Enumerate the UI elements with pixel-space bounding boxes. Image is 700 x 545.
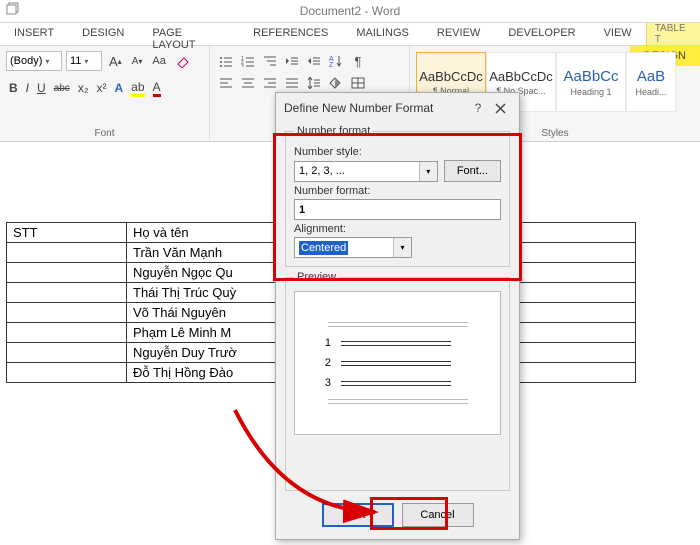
justify-button[interactable] [282,74,302,92]
dialog-titlebar[interactable]: Define New Number Format ? [276,93,519,123]
bold-button[interactable]: B [6,78,21,98]
tab-insert[interactable]: INSERT [0,23,68,45]
change-case-button[interactable]: Aa [149,51,168,71]
table-tools-label: TABLE T [647,23,700,45]
restore-down-icon[interactable] [6,2,20,16]
preview-box: 1 2 3 [294,291,501,435]
font-button-label: Font... [457,165,488,177]
shading-button[interactable] [326,74,346,92]
number-style-select[interactable]: 1, 2, 3, ... ▾ [294,161,438,182]
document-title: Document2 - Word [300,4,400,18]
ok-button[interactable]: OK [322,503,394,527]
alignment-value: Centered [299,241,348,255]
style-heading-2[interactable]: AaB Headi... [626,52,676,112]
font-button[interactable]: Font... [444,160,501,182]
ribbon-tabs: INSERT DESIGN PAGE LAYOUT REFERENCES MAI… [0,22,700,46]
highlight-button[interactable]: ab [128,78,147,98]
dialog-title-text: Define New Number Format [284,101,433,115]
font-size-select[interactable]: 11▾ [66,51,102,71]
font-group-label: Font [6,126,203,141]
font-name-select[interactable]: (Body)▾ [6,51,62,71]
preview-item: 3 [313,377,482,389]
tab-review[interactable]: REVIEW [423,23,494,45]
eraser-icon [176,54,190,68]
number-style-value: 1, 2, 3, ... [299,165,345,177]
style-sample: AaBbCcDc [489,69,553,84]
align-right-button[interactable] [260,74,280,92]
tab-mailings[interactable]: MAILINGS [342,23,423,45]
increase-indent-button[interactable] [304,52,324,70]
tab-design[interactable]: DESIGN [68,23,138,45]
ok-button-label: OK [350,509,366,521]
numbering-button[interactable]: 123 [238,52,258,70]
font-color-button[interactable]: A [150,78,164,98]
preview-legend: Preview [294,271,339,283]
superscript-button[interactable]: x² [93,78,109,98]
increase-font-size-button[interactable]: A▴ [106,51,125,71]
align-left-button[interactable] [216,74,236,92]
cancel-button-label: Cancel [420,509,454,521]
clear-formatting-button[interactable] [173,51,193,71]
borders-button[interactable] [348,74,368,92]
font-size-value: 11 [70,55,81,67]
tab-page-layout[interactable]: PAGE LAYOUT [138,23,239,45]
define-number-format-dialog: Define New Number Format ? Number format… [275,92,520,540]
style-label: Heading 1 [570,87,611,97]
preview-item: 2 [313,357,482,369]
number-format-input[interactable] [294,199,501,220]
chevron-down-icon: ▾ [419,162,437,181]
align-center-button[interactable] [238,74,258,92]
cancel-button[interactable]: Cancel [402,503,474,527]
decrease-indent-button[interactable] [282,52,302,70]
font-group: (Body)▾ 11▾ A▴ A▾ Aa B I U abc x₂ x² A a… [0,46,210,141]
number-format-fieldset: Number format Number style: 1, 2, 3, ...… [285,125,510,267]
subscript-button[interactable]: x₂ [75,78,92,98]
decrease-font-size-button[interactable]: A▾ [129,51,146,71]
title-bar: Document2 - Word [0,0,700,22]
tab-references[interactable]: REFERENCES [239,23,342,45]
tab-view[interactable]: VIEW [590,23,646,45]
table-header-stt[interactable]: STT [7,223,127,243]
svg-text:Z: Z [329,62,334,67]
style-sample: AaB [637,68,665,85]
svg-text:3: 3 [241,64,244,67]
preview-item: 1 [313,337,482,349]
chevron-down-icon: ▾ [84,57,88,66]
alignment-select[interactable]: Centered ▾ [294,237,412,258]
number-format-label: Number format: [294,185,501,197]
close-button[interactable] [489,99,511,117]
chevron-down-icon: ▾ [393,238,411,257]
style-sample: AaBbCc [563,68,618,85]
strikethrough-button[interactable]: abc [51,78,73,98]
bullets-button[interactable] [216,52,236,70]
style-label: Headi... [635,87,666,97]
dialog-footer: OK Cancel [276,493,519,539]
style-sample: AaBbCcDc [419,69,483,84]
line-spacing-button[interactable] [304,74,324,92]
multilevel-list-button[interactable] [260,52,280,70]
italic-button[interactable]: I [23,78,32,98]
text-effects-button[interactable]: A [111,78,126,98]
help-button[interactable]: ? [467,99,489,117]
number-format-legend: Number format [294,125,373,137]
chevron-down-icon: ▾ [45,57,49,66]
number-style-label: Number style: [294,146,501,158]
preview-fieldset: Preview 1 2 3 [285,271,510,491]
style-heading-1[interactable]: AaBbCc Heading 1 [556,52,626,112]
tab-developer[interactable]: DEVELOPER [494,23,589,45]
alignment-label: Alignment: [294,223,501,235]
table-tools-group: TABLE T [646,23,700,45]
underline-button[interactable]: U [34,78,49,98]
font-name-value: (Body) [10,55,42,67]
sort-button[interactable]: AZ [326,52,346,70]
show-marks-button[interactable]: ¶ [348,52,368,70]
close-icon [495,103,506,114]
